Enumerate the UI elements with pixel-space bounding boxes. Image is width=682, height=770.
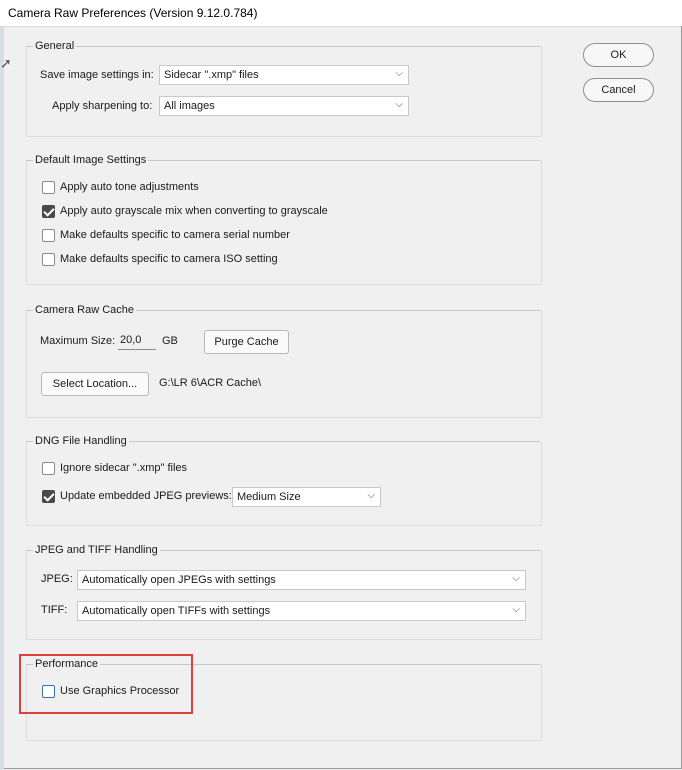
jpeg-tiff-group-title: JPEG and TIFF Handling bbox=[33, 544, 160, 556]
serial-number-checkbox[interactable] bbox=[42, 229, 55, 242]
preview-size-dropdown[interactable]: Medium Size ⌵ bbox=[232, 487, 381, 507]
save-settings-dropdown[interactable]: Sidecar ".xmp" files ⌵ bbox=[159, 65, 409, 85]
chevron-down-icon: ⌵ bbox=[512, 573, 520, 584]
auto-grayscale-label: Apply auto grayscale mix when converting… bbox=[60, 205, 328, 217]
max-size-unit: GB bbox=[162, 335, 178, 347]
preview-size-value: Medium Size bbox=[237, 491, 301, 503]
chevron-down-icon: ⌵ bbox=[367, 490, 375, 501]
sharpening-dropdown[interactable]: All images ⌵ bbox=[159, 96, 409, 116]
dng-group bbox=[26, 441, 542, 526]
chevron-down-icon: ⌵ bbox=[512, 604, 520, 615]
cache-group-title: Camera Raw Cache bbox=[33, 304, 137, 316]
update-jpeg-previews-checkbox[interactable] bbox=[42, 490, 55, 503]
serial-number-label: Make defaults specific to camera serial … bbox=[60, 229, 290, 241]
iso-setting-checkbox[interactable] bbox=[42, 253, 55, 266]
ok-button[interactable]: OK bbox=[583, 43, 654, 67]
title-bar: Camera Raw Preferences (Version 9.12.0.7… bbox=[0, 0, 682, 27]
sharpening-value: All images bbox=[164, 100, 215, 112]
sharpening-label: Apply sharpening to: bbox=[52, 100, 153, 112]
default-image-group bbox=[26, 160, 542, 285]
update-jpeg-previews-label: Update embedded JPEG previews: bbox=[60, 490, 232, 502]
chevron-down-icon: ⌵ bbox=[395, 99, 403, 110]
cancel-button[interactable]: Cancel bbox=[583, 78, 654, 102]
iso-setting-label: Make defaults specific to camera ISO set… bbox=[60, 253, 278, 265]
highlight-box bbox=[19, 654, 193, 714]
window-title: Camera Raw Preferences (Version 9.12.0.7… bbox=[8, 6, 258, 20]
ignore-sidecar-label: Ignore sidecar ".xmp" files bbox=[60, 462, 188, 474]
jpeg-label: JPEG: bbox=[41, 573, 73, 585]
ignore-sidecar-checkbox[interactable] bbox=[42, 462, 55, 475]
jpeg-handling-value: Automatically open JPEGs with settings bbox=[82, 574, 276, 586]
jpeg-tiff-group bbox=[26, 550, 542, 640]
mouse-pointer-icon: ➚ bbox=[0, 55, 12, 71]
auto-tone-checkbox[interactable] bbox=[42, 181, 55, 194]
cache-location-path: G:\LR 6\ACR Cache\ bbox=[159, 377, 262, 389]
window-left-edge bbox=[0, 26, 4, 770]
tiff-label: TIFF: bbox=[41, 604, 68, 616]
tiff-handling-dropdown[interactable]: Automatically open TIFFs with settings ⌵ bbox=[77, 601, 526, 621]
max-size-input[interactable]: 20,0 bbox=[118, 332, 156, 350]
jpeg-handling-dropdown[interactable]: Automatically open JPEGs with settings ⌵ bbox=[77, 570, 526, 590]
general-group-title: General bbox=[33, 40, 77, 52]
dng-group-title: DNG File Handling bbox=[33, 435, 129, 447]
chevron-down-icon: ⌵ bbox=[395, 68, 403, 79]
select-location-button[interactable]: Select Location... bbox=[41, 372, 149, 396]
purge-cache-button[interactable]: Purge Cache bbox=[204, 330, 289, 354]
default-image-group-title: Default Image Settings bbox=[33, 154, 149, 166]
tiff-handling-value: Automatically open TIFFs with settings bbox=[82, 605, 271, 617]
auto-grayscale-checkbox[interactable] bbox=[42, 205, 55, 218]
save-settings-value: Sidecar ".xmp" files bbox=[164, 69, 259, 81]
auto-tone-label: Apply auto tone adjustments bbox=[60, 181, 199, 193]
save-settings-label: Save image settings in: bbox=[40, 69, 154, 81]
max-size-label: Maximum Size: bbox=[40, 335, 116, 347]
general-group bbox=[26, 46, 542, 137]
cache-group bbox=[26, 310, 542, 418]
